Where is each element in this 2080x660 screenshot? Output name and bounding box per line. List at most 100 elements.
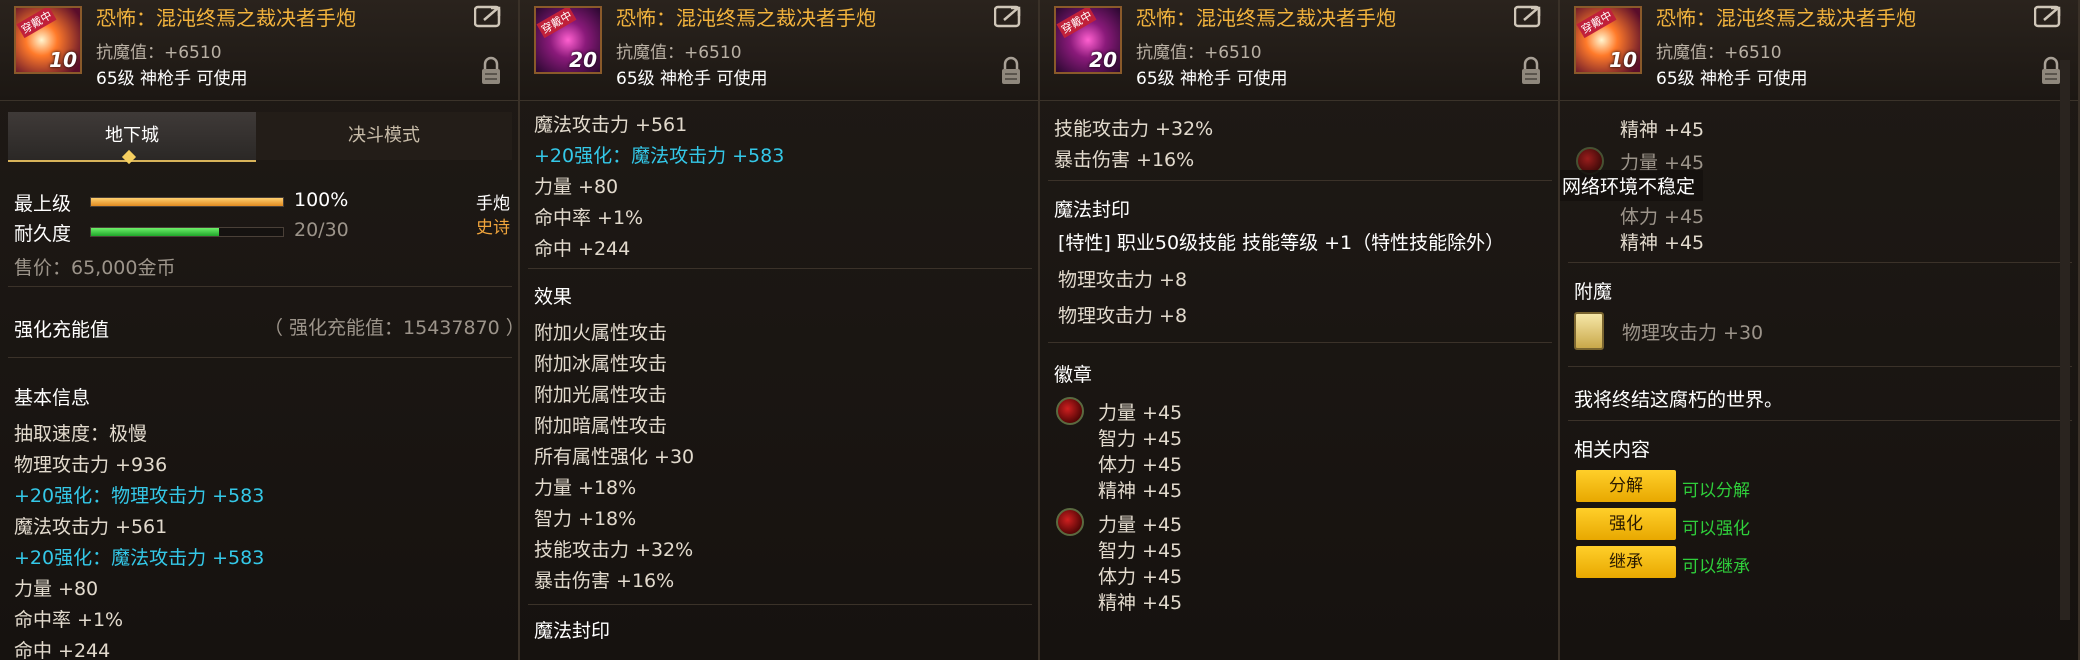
rarity: 史诗 <box>476 218 510 238</box>
emblem-stat: 体力 +45 <box>1098 566 1183 588</box>
tooltip-header: 穿戴中 10 恐怖：混沌终焉之裁决者手炮 抗魔值：+6510 65级 神枪手 可… <box>1560 0 2078 101</box>
lock-icon[interactable] <box>480 56 502 86</box>
item-tooltip-panel-3: 穿戴中 20 恐怖：混沌终焉之裁决者手炮 抗魔值：+6510 65级 神枪手 可… <box>1040 0 1560 660</box>
emblem-stat: 精神 +45 <box>1620 119 1705 141</box>
durability-bar <box>90 227 284 237</box>
related-title: 相关内容 <box>1574 439 1651 461</box>
item-resist: 抗魔值：+6510 <box>1136 43 1262 63</box>
disassemble-desc: 可以分解 <box>1682 481 1750 501</box>
stat-line: 暴击伤害 +16% <box>1054 149 1195 171</box>
effect-line: 附加暗属性攻击 <box>534 415 668 437</box>
sell-price: 售价：65,000金币 <box>14 257 176 279</box>
item-resist: 抗魔值：+6510 <box>616 43 742 63</box>
stat-line: 力量 +80 <box>14 578 99 600</box>
network-warning: 网络环境不稳定 <box>1560 170 1704 201</box>
tooltip-header: 穿戴中 20 恐怖：混沌终焉之裁决者手炮 抗魔值：+6510 65级 神枪手 可… <box>1040 0 1558 101</box>
lock-icon[interactable] <box>1520 56 1542 86</box>
reinforce-desc: 可以强化 <box>1682 519 1750 539</box>
reinforce-button[interactable]: 强化 <box>1576 508 1676 540</box>
charge-value: （ 强化充能值：15437870 ） <box>264 317 520 339</box>
lock-icon[interactable] <box>2040 56 2062 86</box>
stat-line: 抽取速度：极慢 <box>14 423 148 445</box>
effect-line: 附加火属性攻击 <box>534 322 668 344</box>
seal-line: 物理攻击力 +8 <box>1058 305 1188 327</box>
effect-line: 智力 +18% <box>534 508 637 530</box>
scrollbar[interactable] <box>2060 60 2070 620</box>
seal-special: [特性] 职业50级技能 技能等级 +1（特性技能除外） <box>1058 232 1505 254</box>
stat-line: 物理攻击力 +936 <box>14 454 168 476</box>
grade-bar <box>90 197 284 207</box>
durability-label: 耐久度 <box>14 223 72 245</box>
share-icon[interactable] <box>474 4 504 28</box>
stat-line: 命中率 +1% <box>534 207 644 229</box>
stat-line: +20强化：魔法攻击力 +583 <box>534 145 785 167</box>
item-icon[interactable]: 穿戴中 10 <box>14 6 82 74</box>
stat-line: 魔法攻击力 +561 <box>534 114 688 136</box>
emblem-stat: 体力 +45 <box>1098 454 1183 476</box>
share-icon[interactable] <box>2034 4 2064 28</box>
lock-icon[interactable] <box>1000 56 1022 86</box>
tooltip-header: 穿戴中 10 恐怖：混沌终焉之裁决者手炮 抗魔值：+6510 65级 神枪手 可… <box>0 0 518 101</box>
stat-line: 魔法攻击力 +561 <box>14 516 168 538</box>
grade-label: 最上级 <box>14 193 72 215</box>
item-resist: 抗魔值：+6510 <box>96 43 222 63</box>
charge-label: 强化充能值 <box>14 319 110 341</box>
effect-line: 技能攻击力 +32% <box>534 539 694 561</box>
tooltip-header: 穿戴中 20 恐怖：混沌终焉之裁决者手炮 抗魔值：+6510 65级 神枪手 可… <box>520 0 1038 101</box>
item-tooltip-panel-1: 穿戴中 10 恐怖：混沌终焉之裁决者手炮 抗魔值：+6510 65级 神枪手 可… <box>0 0 520 660</box>
share-icon[interactable] <box>994 4 1024 28</box>
item-requirement: 65级 神枪手 可使用 <box>1136 69 1288 89</box>
disassemble-button[interactable]: 分解 <box>1576 470 1676 502</box>
emblem-stat: 精神 +45 <box>1098 592 1183 614</box>
item-icon[interactable]: 穿戴中 10 <box>1574 6 1642 74</box>
tab-duel[interactable]: 决斗模式 <box>256 112 512 160</box>
item-requirement: 65级 神枪手 可使用 <box>616 69 768 89</box>
seal-title: 魔法封印 <box>1054 199 1131 221</box>
effect-line: 力量 +18% <box>534 477 637 499</box>
stat-line: 命中 +244 <box>534 238 631 260</box>
effect-line: 暴击伤害 +16% <box>534 570 675 592</box>
item-name: 恐怖：混沌终焉之裁决者手炮 <box>96 6 356 30</box>
enchant-title: 附魔 <box>1574 281 1613 303</box>
emblem-stat: 力量 +45 <box>1098 402 1183 424</box>
stat-line: 技能攻击力 +32% <box>1054 118 1214 140</box>
item-level: 20 <box>569 48 597 72</box>
emblem-stat: 体力 +45 <box>1620 206 1705 228</box>
stat-line: 命中率 +1% <box>14 609 124 631</box>
item-icon[interactable]: 穿戴中 20 <box>1054 6 1122 74</box>
stat-line: +20强化：物理攻击力 +583 <box>14 485 265 507</box>
seal-line: 物理攻击力 +8 <box>1058 269 1188 291</box>
item-name: 恐怖：混沌终焉之裁决者手炮 <box>616 6 876 30</box>
item-tooltip-panel-4: 穿戴中 10 恐怖：混沌终焉之裁决者手炮 抗魔值：+6510 65级 神枪手 可… <box>1560 0 2080 660</box>
item-requirement: 65级 神枪手 可使用 <box>1656 69 1808 89</box>
grade-percent: 100% <box>294 189 349 211</box>
stat-line: +20强化：魔法攻击力 +583 <box>14 547 265 569</box>
emblem-stat: 智力 +45 <box>1098 540 1183 562</box>
effect-title: 效果 <box>534 286 573 308</box>
durability-value: 20/30 <box>294 219 349 241</box>
weapon-type: 手炮 <box>476 194 510 214</box>
share-icon[interactable] <box>1514 4 1544 28</box>
inherit-button[interactable]: 继承 <box>1576 546 1676 578</box>
item-tooltip-panel-2: 穿戴中 20 恐怖：混沌终焉之裁决者手炮 抗魔值：+6510 65级 神枪手 可… <box>520 0 1040 660</box>
item-level: 20 <box>1089 48 1117 72</box>
enchant-value: 物理攻击力 +30 <box>1622 322 1764 344</box>
item-name: 恐怖：混沌终焉之裁决者手炮 <box>1656 6 1916 30</box>
emblem-stat: 精神 +45 <box>1620 232 1705 254</box>
basic-info-title: 基本信息 <box>14 387 91 409</box>
emblem-title: 徽章 <box>1054 364 1093 386</box>
effect-line: 附加冰属性攻击 <box>534 353 668 375</box>
effect-line: 附加光属性攻击 <box>534 384 668 406</box>
orb-icon <box>1056 508 1084 536</box>
emblem-stat: 力量 +45 <box>1098 514 1183 536</box>
item-name: 恐怖：混沌终焉之裁决者手炮 <box>1136 6 1396 30</box>
emblem-stat: 智力 +45 <box>1098 428 1183 450</box>
flavor-text: 我将终结这腐朽的世界。 <box>1574 389 1784 411</box>
effect-line: 所有属性强化 +30 <box>534 446 695 468</box>
inherit-desc: 可以继承 <box>1682 557 1750 577</box>
emblem-stat: 精神 +45 <box>1098 480 1183 502</box>
orb-icon <box>1056 397 1084 425</box>
item-icon[interactable]: 穿戴中 20 <box>534 6 602 74</box>
item-level: 10 <box>1609 48 1637 72</box>
seal-title: 魔法封印 <box>534 620 611 642</box>
